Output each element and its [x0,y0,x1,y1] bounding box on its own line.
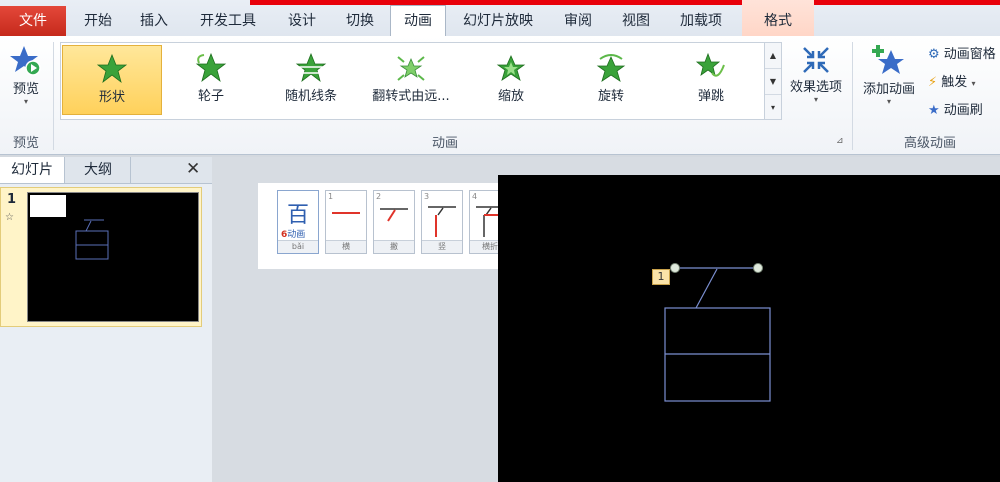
gallery-label: 弹跳 [697,89,724,104]
lightning-icon: ⚡ [928,75,938,90]
brush-star-icon: ★ [928,103,940,118]
slide-thumbnail [27,192,199,322]
slide-number: 1 [7,192,17,207]
ribbon-tab-bar: 文件 开始 插入 开发工具 设计 切换 动画 幻灯片放映 审阅 视图 加载项 格… [0,0,1000,37]
stroke-label: 横 [326,240,366,253]
tab-transitions[interactable]: 切换 [334,6,386,36]
add-star-icon [872,45,904,74]
selection-handle [753,263,763,273]
chevron-down-icon: ▾ [23,97,28,106]
animation-order-tag[interactable]: 1 [652,269,670,285]
shape-star-icon [97,54,127,84]
tab-design[interactable]: 设计 [276,6,328,36]
chevron-down-icon: ▾ [971,79,976,88]
stroke-main-card: 百 6动画 bǎi [277,190,319,254]
effect-options-label: 效果选项 [789,80,842,95]
main-character: 百 [286,203,309,228]
tab-outline[interactable]: 大纲 [66,157,131,183]
trigger-label: 触发 [941,75,968,90]
tab-addins[interactable]: 加载项 [668,6,734,36]
chevron-down-icon: ▾ [886,97,891,106]
group-divider [852,42,853,150]
ribbon: 预览 ▾ 预览 形状 轮子 随机线条 翻转式由远... 缩放 旋转 弹跳 ▲ ▼… [0,36,1000,155]
tab-insert[interactable]: 插入 [128,6,180,36]
stroke-card: 1 横 [325,190,367,254]
gallery-label: 缩放 [497,89,524,104]
title-accent-bar [250,0,1000,5]
group-divider [53,42,54,150]
animation-random-bars[interactable]: 随机线条 [262,45,360,113]
animation-grow-turn[interactable]: 翻转式由远... [362,45,460,113]
animation-painter-button[interactable]: ★ 动画刷 [928,100,983,122]
trigger-button[interactable]: ⚡ 触发 ▾ [928,72,975,94]
grow-turn-star-icon [397,56,425,81]
tab-developer[interactable]: 开发工具 [186,6,270,36]
slide-thumbnail-item[interactable]: 1 ☆ [0,187,202,327]
preview-label: 预览 [12,82,39,97]
animation-spin[interactable]: 旋转 [562,45,660,113]
tab-home[interactable]: 开始 [72,6,124,36]
close-icon[interactable]: ✕ [186,159,200,179]
add-animation-button[interactable]: 添加动画 ▾ [856,44,922,106]
scroll-up-icon[interactable]: ▲ [765,43,781,69]
spin-star-icon [596,54,626,82]
effect-arrows-icon [803,47,829,73]
tab-format[interactable]: 格式 [742,0,814,36]
stroke-card: 2 撇 [373,190,415,254]
chevron-down-icon: ▾ [813,95,818,104]
tab-slideshow[interactable]: 幻灯片放映 [452,6,544,36]
pinyin-label: bǎi [278,240,318,253]
character-drawing[interactable] [498,175,1000,482]
gallery-label: 随机线条 [284,89,337,104]
gallery-scrollbar[interactable]: ▲ ▼ ▾ [764,42,782,120]
add-animation-label: 添加动画 [862,82,915,97]
gallery-label: 形状 [98,90,125,105]
stroke-drawing [428,206,456,237]
tab-view[interactable]: 视图 [610,6,662,36]
selection-handle [670,263,680,273]
gallery-label: 翻转式由远... [372,89,450,104]
slides-panel: 幻灯片 大纲 ✕ 1 ☆ [0,157,213,482]
star-play-icon [10,46,41,76]
animation-pane-button[interactable]: ⚙ 动画窗格 [928,44,996,66]
tab-file[interactable]: 文件 [0,6,66,36]
gallery-label: 旋转 [597,89,624,104]
zoom-star-icon [496,55,526,81]
bounce-star-icon [695,53,725,77]
animation-zoom[interactable]: 缩放 [462,45,560,113]
stroke-card: 3 竖 [421,190,463,254]
stroke-drawing [332,212,360,214]
animation-pane-label: 动画窗格 [943,47,996,62]
tab-animations[interactable]: 动画 [390,5,446,37]
thumbnail-character-drawing [75,219,109,260]
gallery-expand-icon[interactable]: ▾ [765,95,781,120]
tab-review[interactable]: 审阅 [552,6,604,36]
dialog-launcher-icon[interactable]: ⊿ [836,136,844,146]
animation-shape[interactable]: 形状 [62,45,162,115]
preview-button[interactable]: 预览 ▾ [4,44,48,106]
animation-pane-icon: ⚙ [928,47,940,62]
wheel-star-icon [195,53,227,83]
group-label-preview: 预览 [12,136,39,151]
stroke-count: 6动画 [281,230,306,240]
animation-gallery: 形状 轮子 随机线条 翻转式由远... 缩放 旋转 弹跳 [60,42,766,120]
stroke-drawing [380,208,408,222]
stroke-label: 竖 [422,240,462,253]
gallery-label: 轮子 [197,89,224,104]
stroke-label: 撇 [374,240,414,253]
tab-slides[interactable]: 幻灯片 [0,157,65,183]
animation-wheel[interactable]: 轮子 [162,45,260,113]
slide-canvas[interactable]: 1 [498,175,1000,482]
animation-painter-label: 动画刷 [943,103,983,118]
scroll-down-icon[interactable]: ▼ [765,69,781,95]
group-label-advanced: 高级动画 [903,136,956,151]
animation-star-icon: ☆ [5,212,14,223]
group-label-animation: 动画 [431,136,458,151]
random-bars-star-icon [295,53,327,83]
effect-options-button[interactable]: 效果选项 ▾ [784,44,848,104]
animation-bounce[interactable]: 弹跳 [662,45,760,113]
